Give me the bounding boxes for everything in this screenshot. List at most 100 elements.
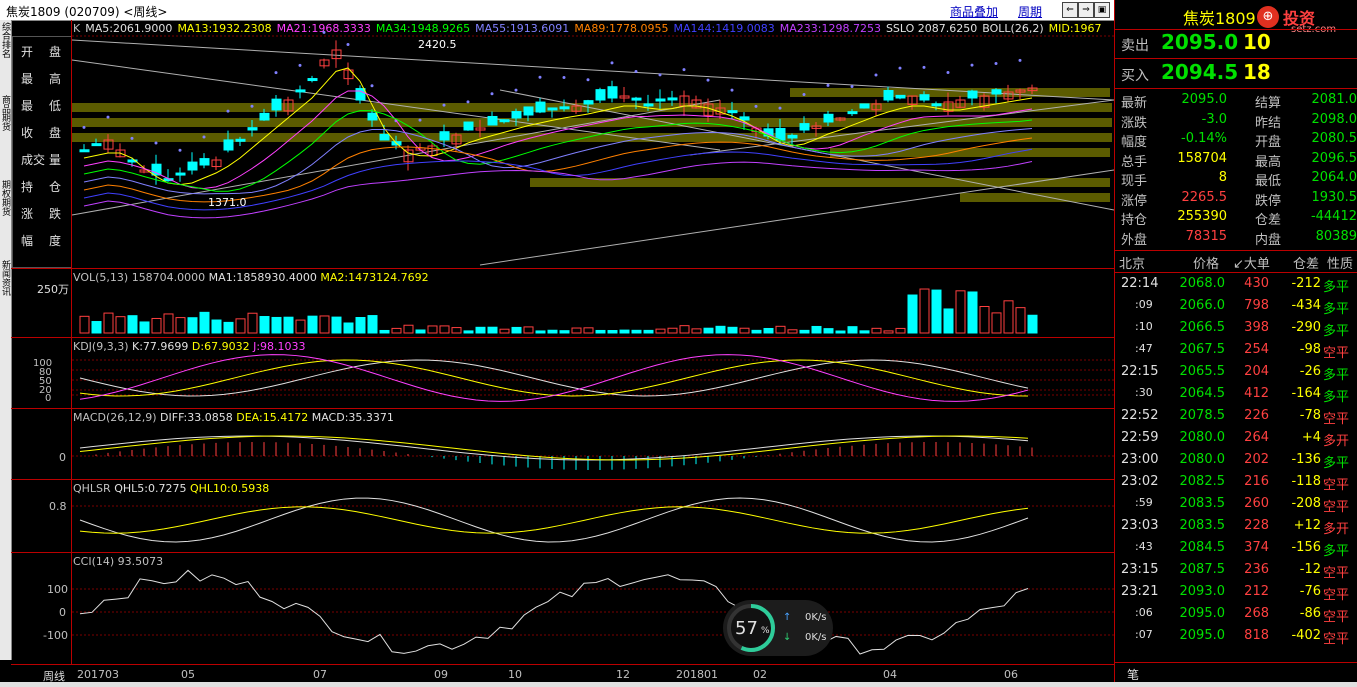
tick-cell: 多平 xyxy=(1323,324,1350,339)
tick-cell: 多开 xyxy=(1323,434,1350,449)
quote-stat-label: 持仓 xyxy=(1121,213,1148,228)
tick-cell: 23:00 xyxy=(1121,452,1159,467)
sar-dot xyxy=(634,69,638,73)
volume-bar xyxy=(967,291,978,334)
tick-cell: 2067.5 xyxy=(1179,342,1226,357)
volume-bar xyxy=(259,316,270,334)
tab-trades[interactable]: 笔 xyxy=(1127,666,1139,683)
x-tick-label: 201703 xyxy=(77,668,119,681)
candle-body xyxy=(487,115,498,126)
quote-stat-value: 1930.5 xyxy=(1311,189,1357,205)
tick-cell: -98 xyxy=(1299,342,1321,357)
tick-cell: 空平 xyxy=(1323,610,1350,625)
volume-bar xyxy=(775,325,786,334)
tick-cell: 空平 xyxy=(1323,412,1350,427)
tick-cell: 818 xyxy=(1244,628,1269,643)
volume-bar xyxy=(583,327,594,334)
candle-body xyxy=(931,103,942,107)
tick-cell: 236 xyxy=(1244,562,1269,577)
tick-cell: 374 xyxy=(1244,540,1269,555)
candle-body xyxy=(463,121,474,131)
sar-dot xyxy=(754,104,758,108)
sar-dot xyxy=(706,78,710,82)
sar-dot xyxy=(202,135,206,139)
tick-cell: 398 xyxy=(1244,320,1269,335)
volume-bar xyxy=(115,316,126,334)
volume-bar xyxy=(151,317,162,334)
volume-bar xyxy=(955,290,966,334)
volume-bar xyxy=(307,315,318,334)
volume-bar xyxy=(931,289,942,334)
download-arrow-icon: ↓ xyxy=(783,632,792,643)
sar-dot xyxy=(1018,58,1022,62)
volume-bar xyxy=(283,316,294,334)
tick-cell: -26 xyxy=(1299,364,1321,379)
tick-cell: 空平 xyxy=(1323,346,1350,361)
volume-bar xyxy=(319,315,330,334)
tick-cell: 2093.0 xyxy=(1179,584,1226,599)
tick-cell: 798 xyxy=(1244,298,1269,313)
tick-cell: :06 xyxy=(1135,606,1153,619)
tick-cell: -156 xyxy=(1291,540,1321,555)
tick-cell: 多平 xyxy=(1323,368,1350,383)
quote-stat-value: 2081.0 xyxy=(1311,92,1357,107)
volume-bar xyxy=(403,324,414,334)
quote-stat-value: -3.0 xyxy=(1201,111,1227,127)
tick-cell: 2083.5 xyxy=(1179,496,1226,511)
volume-bar xyxy=(907,294,918,334)
tick-cell: -12 xyxy=(1299,562,1321,577)
volume-bar xyxy=(943,308,954,334)
candle-body xyxy=(583,100,594,105)
high-price-label: 2420.5 xyxy=(418,38,457,51)
volume-bar xyxy=(739,327,750,334)
sar-dot xyxy=(346,42,350,46)
sar-dot xyxy=(154,141,158,145)
tick-cell: 2080.0 xyxy=(1179,430,1226,445)
tick-cell: 212 xyxy=(1244,584,1269,599)
tick-cell: 23:03 xyxy=(1121,518,1159,533)
quote-stat-value: 255390 xyxy=(1177,209,1227,224)
tick-cell: 多开 xyxy=(1323,522,1350,537)
candle-body xyxy=(991,89,1002,95)
sar-dot xyxy=(538,75,542,79)
tick-cell: 多平 xyxy=(1323,544,1350,559)
candle-body xyxy=(739,116,750,121)
tick-cell: :47 xyxy=(1135,342,1153,355)
tick-cell: 多平 xyxy=(1323,456,1350,471)
quote-stat-label: 总手 xyxy=(1121,154,1148,170)
quote-stat-label: 昨结 xyxy=(1255,115,1282,131)
volume-bar xyxy=(475,326,486,334)
x-tick-label: 04 xyxy=(883,668,897,681)
quote-stat-label: 涨停 xyxy=(1121,193,1148,209)
tick-cell: 2084.5 xyxy=(1179,540,1226,555)
candle-body xyxy=(91,143,102,147)
volume-bar xyxy=(103,312,114,334)
tick-cell: 2082.5 xyxy=(1179,474,1226,489)
qhlsr-line xyxy=(79,497,1029,543)
tick-cell: :07 xyxy=(1135,628,1153,641)
volume-bar xyxy=(379,329,390,334)
candle-body xyxy=(199,158,210,166)
quote-stat-value: -44412 xyxy=(1310,209,1357,224)
candle-body xyxy=(883,90,894,101)
volume-bar xyxy=(643,329,654,334)
tick-column-header: 仓差 xyxy=(1293,257,1320,272)
candle-body xyxy=(499,119,510,123)
sar-dot xyxy=(298,63,302,67)
tick-cell: -86 xyxy=(1299,606,1321,621)
candle-body xyxy=(859,103,870,109)
tick-cell: :59 xyxy=(1135,496,1153,509)
volume-bar xyxy=(811,325,822,334)
tick-cell: 216 xyxy=(1244,474,1269,489)
candle-body xyxy=(655,98,666,102)
volume-bar xyxy=(451,327,462,334)
quote-stat-label: 外盘 xyxy=(1121,232,1148,248)
candle-body xyxy=(847,111,858,115)
tick-cell: 2064.5 xyxy=(1179,386,1226,401)
quote-stat-label: 结算 xyxy=(1255,96,1282,111)
tick-cell: 空平 xyxy=(1323,566,1350,581)
tick-cell: -78 xyxy=(1299,408,1321,423)
volume-bar xyxy=(139,321,150,334)
candle-body xyxy=(787,134,798,139)
volume-bar xyxy=(727,326,738,334)
